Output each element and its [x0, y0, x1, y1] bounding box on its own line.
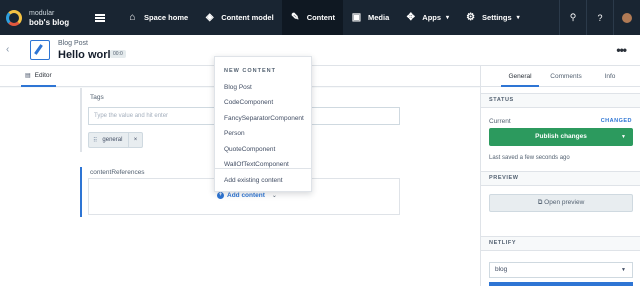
netlify-site-value: blog — [495, 266, 508, 273]
content-references-label: contentReferences — [90, 169, 145, 176]
plus-icon: + — [217, 192, 224, 199]
status-heading: STATUS — [481, 93, 640, 108]
nav-content[interactable]: ✎ Content — [281, 0, 344, 35]
drag-handle-icon[interactable]: ⠿ — [93, 137, 97, 144]
nav-content-model-label: Content model — [221, 13, 274, 22]
nav-apps[interactable]: ✥ Apps ▾ — [397, 0, 457, 35]
contentful-logo-icon — [6, 9, 22, 26]
puzzle-icon: ✥ — [406, 12, 415, 23]
netlify-site-select[interactable]: blog ▼ — [489, 262, 633, 278]
menu-item-person[interactable]: Person — [224, 130, 245, 137]
open-preview-button[interactable]: ⧉ Open preview — [489, 194, 633, 212]
menu-item-add-existing[interactable]: Add existing content — [224, 177, 283, 184]
home-icon: ⌂ — [129, 12, 136, 23]
nav-space-home-label: Space home — [144, 13, 189, 22]
chevron-down-icon: ▾ — [516, 15, 520, 21]
nav-content-label: Content — [306, 13, 336, 22]
preview-heading: PREVIEW — [481, 171, 640, 186]
menu-item-blog-post[interactable]: Blog Post — [224, 84, 252, 91]
menu-item-quote-component[interactable]: QuoteComponent — [224, 146, 275, 153]
entry-title: Hello world — [58, 49, 118, 61]
entry-content-type: Blog Post — [58, 40, 88, 47]
nav-settings-label: Settings — [482, 13, 512, 22]
entry-sidebar: General Comments Info STATUS Current CHA… — [480, 66, 640, 286]
new-content-dropdown: NEW CONTENT Blog Post CodeComponent Fanc… — [214, 56, 312, 192]
add-content-label: Add content — [227, 192, 265, 199]
tag-pill-label: general — [102, 137, 123, 143]
tab-info[interactable]: Info — [595, 66, 625, 87]
image-icon: ▣ — [351, 12, 362, 23]
caret-down-icon: ▼ — [621, 267, 626, 273]
tab-editor-label: Editor — [34, 72, 52, 79]
nav-content-model[interactable]: ◈ Content model — [196, 0, 282, 35]
new-content-heading: NEW CONTENT — [224, 68, 276, 74]
chevron-down-icon: ⌄ — [271, 193, 277, 199]
entry-pencil-icon — [30, 40, 50, 60]
account-menu[interactable] — [613, 0, 640, 35]
entry-badge: 00:0 — [110, 50, 126, 58]
menu-divider — [215, 168, 311, 169]
cube-icon: ◈ — [205, 12, 214, 23]
netlify-build-button[interactable] — [489, 282, 633, 286]
org-name: modular — [29, 9, 55, 17]
tab-comments[interactable]: Comments — [547, 66, 585, 87]
help-button[interactable]: ? — [586, 0, 613, 35]
search-icon: ⚲ — [569, 12, 577, 22]
top-navigation: modular bob's blog ⌂ Space home ◈ Conten… — [0, 0, 640, 35]
nav-settings[interactable]: ⚙ Settings ▾ — [457, 0, 528, 35]
tab-general[interactable]: General — [501, 66, 539, 87]
sidebar-tabs: General Comments Info — [481, 66, 640, 87]
status-badge: CHANGED — [600, 118, 632, 124]
back-arrow-icon[interactable]: ‹ — [6, 44, 9, 55]
nav-media-label: Media — [368, 13, 390, 22]
close-icon[interactable]: × — [128, 133, 142, 147]
menu-item-wall-of-text[interactable]: WallOfTextComponent — [224, 161, 289, 168]
netlify-heading: NETLIFY — [481, 236, 640, 251]
open-preview-label: Open preview — [544, 199, 585, 206]
publish-button-label: Publish changes — [535, 133, 587, 140]
chevron-down-icon: ▾ — [446, 15, 450, 21]
hamburger-menu-icon[interactable] — [95, 13, 105, 22]
tag-pill[interactable]: ⠿ general × — [88, 132, 143, 148]
gear-icon: ⚙ — [466, 12, 476, 23]
publish-button[interactable]: Publish changes ▼ — [489, 128, 633, 146]
help-icon: ? — [597, 12, 603, 23]
brand-text: modular bob's blog — [29, 9, 69, 27]
space-name: bob's blog — [29, 17, 70, 27]
nav-right: ⚲ ? — [559, 0, 640, 35]
menu-item-fancy-separator[interactable]: FancySeparatorComponent — [224, 115, 304, 122]
nav-space-home[interactable]: ⌂ Space home — [119, 0, 196, 35]
entry-header: ‹ Blog Post Hello world 00:0 ••• — [0, 35, 640, 66]
last-saved-text: Last saved a few seconds ago — [489, 155, 570, 161]
tab-editor[interactable]: ▤ Editor — [21, 66, 56, 87]
avatar — [622, 12, 632, 23]
current-status-label: Current — [489, 118, 511, 125]
editor-icon: ▤ — [25, 73, 31, 79]
caret-down-icon[interactable]: ▼ — [621, 128, 626, 146]
more-options-icon[interactable]: ••• — [616, 43, 627, 57]
nav-apps-label: Apps — [422, 13, 442, 22]
search-button[interactable]: ⚲ — [559, 0, 586, 35]
nav-media[interactable]: ▣ Media — [343, 0, 397, 35]
add-content-button[interactable]: + Add content ⌄ — [217, 192, 277, 199]
menu-item-code-component[interactable]: CodeComponent — [224, 99, 273, 106]
tags-label: Tags — [90, 94, 104, 101]
edit-icon: ✎ — [290, 12, 300, 23]
